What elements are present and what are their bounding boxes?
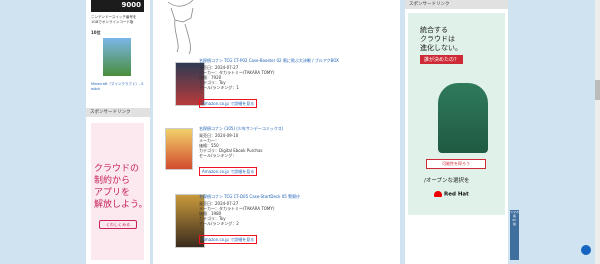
score-banner: 9000 (91, 0, 144, 12)
product-thumbnail-2[interactable] (165, 128, 193, 170)
right-sponsor-header: スポンサードリンク (405, 0, 508, 9)
sponsor-header: スポンサードリンク (86, 108, 150, 117)
product-caption[interactable]: Minecraft（マインクラフト）- S witch (91, 82, 144, 91)
main-content: 名探偵コナン TCG CT-P02 Case-Booster 02 黒に飛ぶ大決… (153, 0, 400, 264)
right-sidebar: スポンサードリンク 統合する クラウドは 進化しない。 誰が決めたの？ 可能性を… (405, 0, 508, 264)
product-title-3[interactable]: 名探偵コナン TCG CT-D05 Case-StartDeck 05 警察庁 (199, 194, 300, 199)
product-item-2: 名探偵コナン (105) (少年サンデーコミックス) 発売日：2024-09-1… (199, 126, 283, 177)
ranking-3: セール/ランキング：2 (199, 221, 239, 226)
product-item-1: 名探偵コナン TCG CT-P02 Case-Booster 02 黒に飛ぶ大決… (199, 58, 339, 109)
character-sketch (167, 0, 194, 55)
score-value: 9000 (121, 1, 141, 9)
scrollbar-thumb[interactable] (595, 80, 600, 100)
product-item-3: 名探偵コナン TCG CT-D05 Case-StartDeck 05 警察庁 … (199, 194, 300, 245)
chat-icon[interactable] (581, 245, 591, 255)
ranking-1: セール/ランキング：1 (199, 85, 239, 90)
notice-text: ニンテンドースイッチ番号を 1GBでオンラインコード版 (91, 15, 137, 24)
redhat-logo-text: Red Hat (444, 191, 469, 198)
person-illustration (438, 83, 488, 153)
redhat-ad[interactable]: 統合する クラウドは 進化しない。 誰が決めたの？ 可能性を探ろう /オープンな… (408, 13, 505, 215)
minecraft-thumbnail[interactable] (103, 38, 131, 76)
amazon-link-1[interactable]: Amazon.co.jp で詳細を見る (199, 99, 258, 108)
amazon-link-3[interactable]: Amazon.co.jp で詳細を見る (199, 235, 258, 244)
left-ad-text: クラウドの 制約から アプリを 解放しよう。 (94, 164, 148, 210)
left-ad[interactable]: クラウドの 制約から アプリを 解放しよう。 くわしくみる (91, 123, 148, 260)
redhat-ad-tagline: /オープンな選択を (424, 178, 470, 184)
product-title-2[interactable]: 名探偵コナン (105) (少年サンデーコミックス) (199, 126, 283, 131)
scrollbar[interactable] (595, 0, 600, 264)
redhat-logo: Red Hat (434, 191, 469, 198)
rank-badge: 10位 (91, 30, 101, 35)
product-title-1[interactable]: 名探偵コナン TCG CT-P02 Case-Booster 02 黒に飛ぶ大決… (199, 58, 339, 63)
redhat-ad-pill: 誰が決めたの？ (420, 55, 464, 64)
view-switch-button[interactable]: スマホ 版 PC 版 (510, 210, 519, 260)
redhat-ad-button[interactable]: 可能性を探ろう (426, 159, 486, 169)
redhat-ad-headline: 統合する クラウドは 進化しない。 (420, 26, 462, 52)
amazon-link-2[interactable]: Amazon.co.jp で詳細を見る (199, 167, 258, 176)
left-sidebar: 9000 ニンテンドースイッチ番号を 1GBでオンラインコード版 10位 Min… (86, 0, 150, 264)
redhat-hat-icon (434, 191, 442, 197)
ranking-2: セール/ランキング： (199, 153, 237, 158)
left-ad-button[interactable]: くわしくみる (99, 220, 137, 229)
